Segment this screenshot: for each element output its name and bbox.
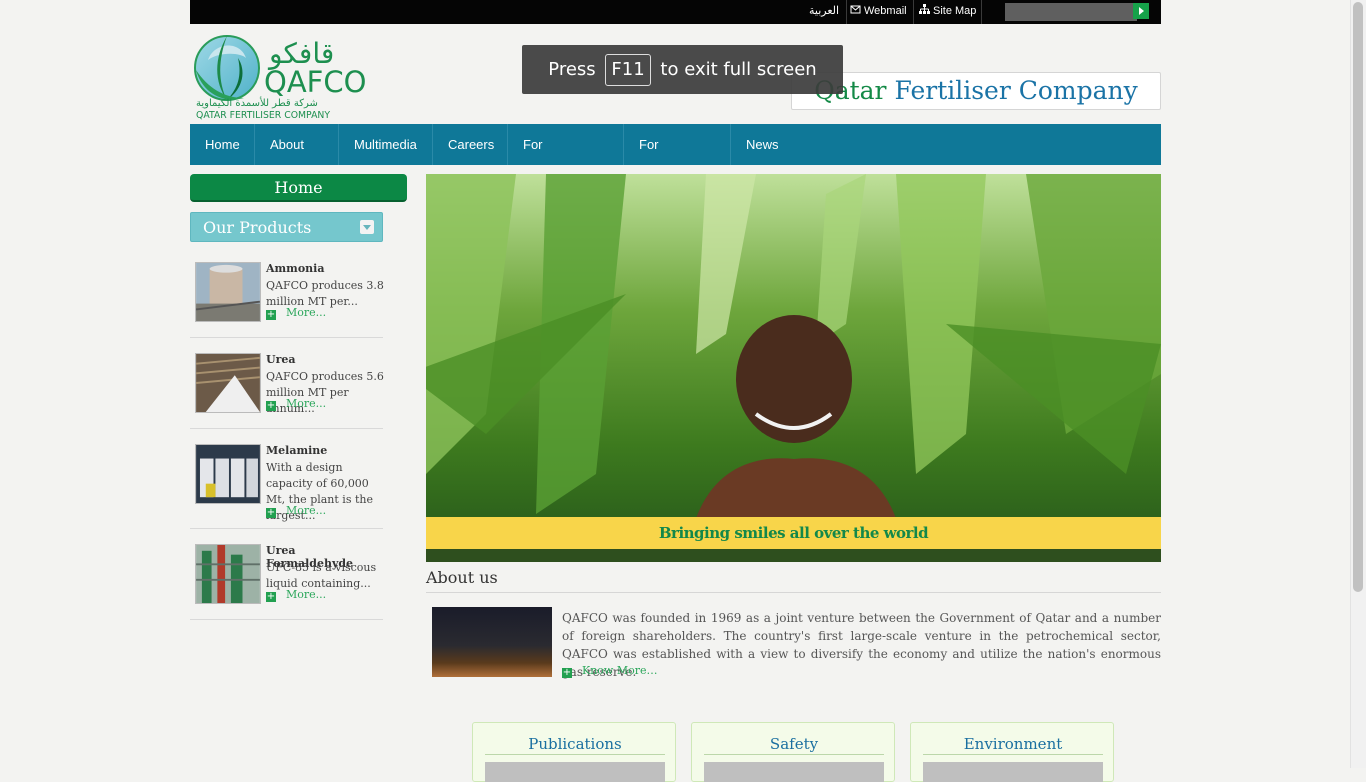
plus-icon: + (266, 309, 276, 320)
product-item-melamine: Melamine With a design capacity of 60,00… (195, 444, 383, 522)
f11-key: F11 (605, 54, 651, 86)
sitemap-icon (919, 4, 930, 14)
topbar-divider (913, 0, 914, 24)
our-products-label: Our Products (203, 218, 312, 237)
webmail-label: Webmail (864, 5, 907, 17)
fullscreen-notice: Press F11 to exit full screen (522, 45, 843, 94)
nav-item-careers[interactable]: Careers (433, 124, 508, 165)
know-more-link[interactable]: + Know More… (562, 664, 658, 678)
nav-item-for-customers[interactable]: For Customers (508, 124, 624, 193)
search-submit-button[interactable] (1133, 3, 1149, 19)
plus-icon: + (266, 400, 276, 411)
nav-item-home[interactable]: Home (190, 124, 255, 165)
product-divider (190, 619, 383, 620)
product-item-ammonia: Ammonia QAFCO produces 3.8 million MT pe… (195, 262, 384, 324)
urea-formaldehyde-thumbnail[interactable] (195, 544, 261, 604)
product-more-link[interactable]: + More... (266, 306, 326, 320)
plus-icon: + (266, 507, 276, 518)
sitemap-label: Site Map (933, 5, 977, 17)
chevron-down-icon[interactable] (360, 220, 374, 234)
sidebar-home-button[interactable]: Home (190, 174, 407, 202)
nav-item-news-room[interactable]: News Room (731, 124, 831, 193)
hero-image (426, 174, 1161, 562)
company-title-part2: Fertiliser Company (894, 76, 1138, 105)
about-divider (426, 592, 1161, 593)
environment-image (923, 762, 1103, 782)
logo-arabic-name: شركة قطر للأسمدة الكيماوية (196, 96, 318, 109)
fullscreen-rest: to exit full screen (660, 59, 817, 80)
publications-title[interactable]: Publications (485, 735, 665, 755)
company-title: Qatar Fertiliser Company (791, 72, 1161, 110)
hero-banner[interactable]: Bringing smiles all over the world (426, 174, 1161, 562)
sitemap-link[interactable]: Site Map (919, 0, 976, 24)
topbar-divider (981, 0, 982, 24)
product-more-link[interactable]: + More... (266, 504, 326, 518)
nav-item-for-suppliers[interactable]: For Suppliers (624, 124, 731, 193)
melamine-thumbnail[interactable] (195, 444, 261, 504)
more-label: More... (286, 588, 327, 601)
search-input[interactable] (1005, 3, 1137, 21)
product-divider (190, 428, 383, 429)
main-nav: Home About Us Multimedia Careers For Cus… (190, 124, 1161, 193)
logo-latin-wordmark: QAFCO (264, 65, 366, 99)
product-more-link[interactable]: + More... (266, 397, 326, 411)
more-label: More... (286, 504, 327, 517)
top-bar: العربية Webmail Site Map (190, 0, 1161, 24)
product-title[interactable]: Urea (266, 353, 296, 366)
about-image[interactable] (432, 607, 552, 677)
publications-box[interactable]: Publications (472, 722, 676, 782)
environment-box[interactable]: Environment (910, 722, 1114, 782)
environment-title[interactable]: Environment (923, 735, 1103, 755)
our-products-header[interactable]: Our Products (190, 212, 383, 242)
safety-image (704, 762, 884, 782)
about-heading: About us (426, 568, 498, 587)
publications-image (485, 762, 665, 782)
safety-title[interactable]: Safety (704, 735, 884, 755)
product-divider (190, 337, 383, 338)
urea-thumbnail[interactable] (195, 353, 261, 413)
product-item-urea: Urea QAFCO produces 5.6 million MT per a… (195, 353, 384, 415)
product-title[interactable]: Ammonia (266, 262, 324, 275)
page-scrollbar[interactable] (1350, 0, 1366, 768)
fullscreen-press: Press (548, 59, 596, 80)
product-title[interactable]: Melamine (266, 444, 327, 457)
webmail-link[interactable]: Webmail (850, 0, 907, 24)
more-label: More... (286, 397, 327, 410)
hero-caption: Bringing smiles all over the world (426, 517, 1161, 549)
logo-latin-name: QATAR FERTILISER COMPANY (196, 110, 330, 121)
safety-box[interactable]: Safety (691, 722, 895, 782)
scrollbar-thumb[interactable] (1353, 2, 1363, 592)
nav-item-about-us[interactable]: About Us (255, 124, 339, 193)
arabic-language-link[interactable]: العربية (809, 0, 839, 24)
topbar-divider (846, 0, 847, 24)
know-more-label: Know More… (582, 664, 658, 677)
product-more-link[interactable]: + More... (266, 588, 326, 602)
plus-icon: + (266, 591, 276, 602)
more-label: More... (286, 306, 327, 319)
plus-icon: + (562, 667, 572, 678)
product-item-urea-formaldehyde: Urea Formaldehyde UFC-85 is a viscous li… (195, 544, 383, 606)
qafco-logo[interactable]: قافكو QAFCO شركة قطر للأسمدة الكيماوية Q… (194, 30, 386, 122)
webmail-icon (850, 5, 861, 14)
nav-item-multimedia[interactable]: Multimedia (339, 124, 433, 165)
product-divider (190, 528, 383, 529)
ammonia-thumbnail[interactable] (195, 262, 261, 322)
